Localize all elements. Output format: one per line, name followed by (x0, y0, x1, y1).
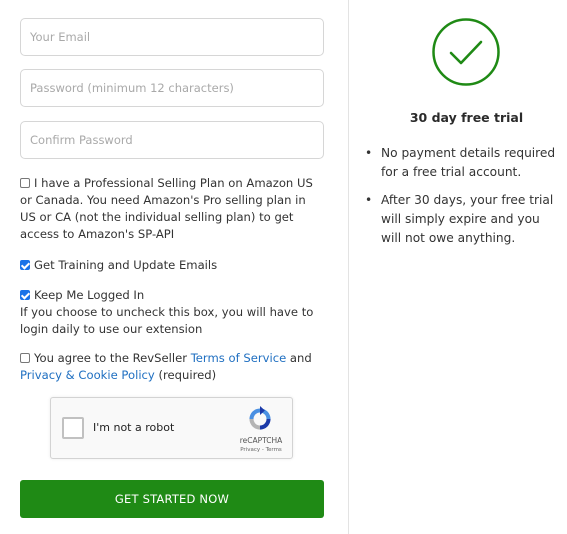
confirm-password-input[interactable] (20, 121, 324, 159)
training-emails-checkbox[interactable] (20, 260, 30, 270)
recaptcha-brand: reCAPTCHA (239, 436, 283, 445)
professional-plan-option: I have a Professional Selling Plan on Am… (20, 175, 325, 243)
recaptcha-checkbox[interactable] (62, 417, 84, 439)
agree-terms-option: You agree to the RevSeller Terms of Serv… (20, 350, 325, 384)
professional-plan-label: I have a Professional Selling Plan on Am… (20, 176, 313, 241)
privacy-policy-link[interactable]: Privacy & Cookie Policy (20, 368, 155, 382)
agree-terms-suffix: (required) (154, 368, 217, 382)
agree-terms-prefix: You agree to the RevSeller (34, 351, 191, 365)
terms-of-service-link[interactable]: Terms of Service (191, 351, 287, 365)
recaptcha-widget: I'm not a robot reCAPTCHA Privacy - Term… (50, 397, 293, 459)
get-started-button[interactable]: GET STARTED NOW (20, 480, 324, 518)
trial-title: 30 day free trial (409, 110, 524, 125)
benefit-item: • After 30 days, your free trial will sim… (365, 193, 554, 245)
recaptcha-logo-icon (249, 406, 271, 430)
signup-form: I have a Professional Selling Plan on Am… (0, 0, 348, 534)
checkmark-circle-icon (432, 18, 500, 86)
professional-plan-checkbox[interactable] (20, 178, 30, 188)
agree-terms-checkbox[interactable] (20, 353, 30, 363)
password-input[interactable] (20, 69, 324, 107)
keep-logged-in-checkbox[interactable] (20, 290, 30, 300)
recaptcha-label: I'm not a robot (93, 421, 175, 434)
email-input[interactable] (20, 18, 324, 56)
keep-logged-in-label: Keep Me Logged In (34, 288, 145, 302)
recaptcha-privacy-terms[interactable]: Privacy - Terms (232, 447, 290, 453)
training-emails-label: Get Training and Update Emails (34, 258, 218, 272)
benefit-text: No payment details required for a free t… (381, 146, 556, 179)
trial-info-panel: 30 day free trial • No payment details re… (349, 0, 567, 534)
trial-benefits-list: • No payment details required for a free … (363, 144, 563, 257)
benefit-item: • No payment details required for a free … (365, 146, 556, 179)
training-emails-option: Get Training and Update Emails (20, 257, 325, 274)
agree-terms-middle: and (286, 351, 312, 365)
benefit-text: After 30 days, your free trial will simp… (381, 193, 554, 245)
keep-logged-in-note: If you choose to uncheck this box, you w… (20, 305, 314, 336)
keep-logged-in-option: Keep Me Logged In If you choose to unche… (20, 287, 325, 338)
